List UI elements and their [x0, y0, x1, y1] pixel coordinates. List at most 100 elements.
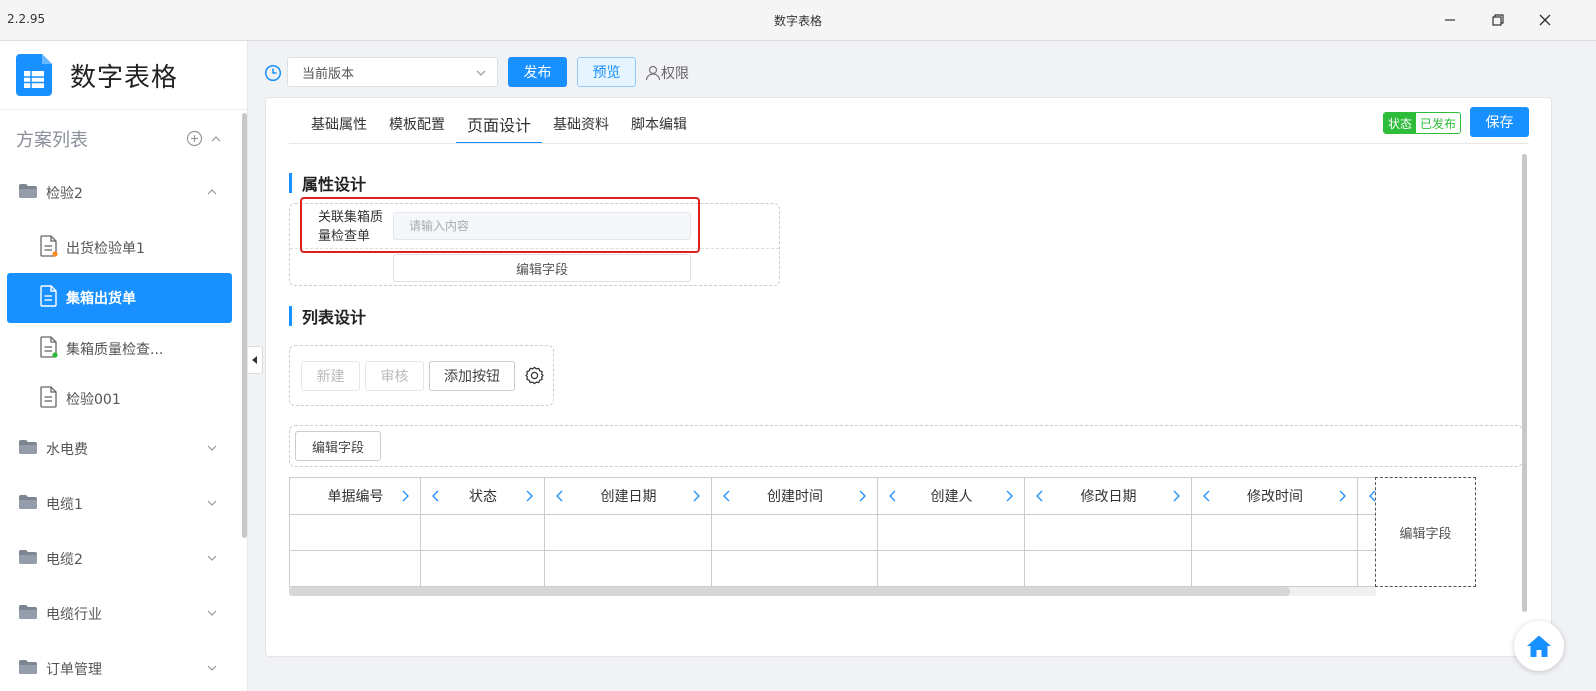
column-header: 修改时间 — [1247, 489, 1303, 505]
sidebar-folder-shuidianfei[interactable]: 水电费 — [0, 424, 238, 474]
home-button[interactable] — [1514, 621, 1564, 671]
sidebar-file-label: 集箱出货单 — [66, 291, 136, 307]
sidebar-divider — [0, 109, 247, 110]
move-left-icon[interactable] — [888, 489, 898, 507]
sidebar-folder-dianlan2[interactable]: 电缆2 — [0, 534, 238, 584]
sidebar: 数字表格 方案列表 检验2 出货检验单1 集箱出货单 集箱质量检查... 检验0… — [0, 41, 248, 691]
sidebar-file-label: 出货检验单1 — [66, 241, 145, 257]
chevron-up-icon[interactable] — [210, 130, 222, 151]
chevron-down-icon — [206, 607, 218, 623]
window-title: 数字表格 — [773, 14, 822, 28]
document-icon — [40, 285, 58, 311]
permission-label: 权限 — [661, 66, 689, 82]
new-button[interactable]: 新建 — [301, 361, 360, 391]
column-header: 创建人 — [930, 489, 973, 505]
move-left-icon[interactable] — [1202, 489, 1212, 507]
property-design-title: 属性设计 — [289, 173, 366, 194]
list-edit-fields-button[interactable]: 编辑字段 — [295, 431, 381, 461]
grid-hscroll-thumb[interactable] — [289, 587, 1290, 596]
sidebar-folder-dianlan-hangye[interactable]: 电缆行业 — [0, 589, 238, 639]
column-header: 修改日期 — [1080, 489, 1137, 505]
sidebar-folder-label: 电缆1 — [46, 497, 83, 513]
move-right-icon[interactable] — [691, 489, 701, 507]
property-edit-fields-button[interactable]: 编辑字段 — [393, 254, 691, 282]
folder-icon — [18, 604, 38, 624]
tab-basic-properties[interactable]: 基础属性 — [300, 104, 378, 144]
sidebar-file-chuhuo-jianyan[interactable]: 出货检验单1 — [0, 223, 238, 273]
sidebar-scrollbar[interactable] — [242, 113, 247, 538]
tab-divider — [289, 143, 1529, 144]
app-logo-row: 数字表格 — [16, 53, 178, 97]
chevron-down-icon — [206, 497, 218, 513]
move-left-icon[interactable] — [722, 489, 732, 507]
move-left-icon[interactable] — [555, 489, 565, 507]
move-right-icon[interactable] — [857, 489, 867, 507]
status-badge: 状态 已发布 — [1383, 112, 1462, 134]
sidebar-folder-label: 检验2 — [46, 186, 83, 202]
chevron-down-icon — [206, 552, 218, 568]
close-icon[interactable] — [1532, 8, 1558, 32]
move-right-icon[interactable] — [400, 489, 410, 507]
highlight-box — [300, 197, 700, 253]
folder-icon — [18, 439, 38, 459]
chevron-down-icon — [206, 442, 218, 458]
sidebar-collapse-toggle[interactable] — [248, 346, 263, 374]
document-icon — [40, 336, 58, 362]
grid-side-edit-fields-button[interactable]: 编辑字段 — [1375, 477, 1476, 587]
tab-template-config[interactable]: 模板配置 — [378, 104, 456, 144]
folder-icon — [18, 183, 38, 203]
spreadsheet-logo-icon — [16, 54, 52, 96]
home-icon — [1527, 635, 1551, 657]
sidebar-file-jixiang-chuhuo[interactable]: 集箱出货单 — [7, 273, 232, 323]
sidebar-folder-jianyan2[interactable]: 检验2 — [0, 168, 238, 218]
sidebar-folder-label: 水电费 — [46, 442, 88, 458]
column-header: 创建日期 — [600, 489, 657, 505]
document-icon — [40, 235, 58, 261]
permission-link[interactable]: 权限 — [645, 63, 689, 83]
move-left-icon[interactable] — [1035, 489, 1045, 507]
sidebar-file-label: 检验001 — [66, 392, 121, 408]
sidebar-folder-dingdan-guanli[interactable]: 订单管理 — [0, 644, 238, 691]
sidebar-folder-dianlan1[interactable]: 电缆1 — [0, 479, 238, 529]
move-left-icon[interactable] — [431, 489, 441, 507]
app-name: 数字表格 — [70, 62, 179, 93]
move-right-icon[interactable] — [1337, 489, 1347, 507]
gear-icon[interactable] — [525, 366, 544, 389]
publish-button[interactable]: 发布 — [508, 57, 567, 87]
plan-list-header: 方案列表 — [16, 127, 230, 151]
list-design-title: 列表设计 — [289, 306, 366, 327]
review-button[interactable]: 审核 — [365, 361, 424, 391]
save-button[interactable]: 保存 — [1470, 107, 1529, 137]
tab-script-edit[interactable]: 脚本编辑 — [620, 104, 698, 144]
minimize-icon[interactable] — [1437, 8, 1463, 32]
restore-icon[interactable] — [1485, 8, 1511, 32]
status-key: 状态 — [1384, 113, 1417, 133]
tab-basic-data[interactable]: 基础资料 — [542, 104, 620, 144]
history-clock-icon[interactable] — [264, 64, 282, 86]
version-select[interactable]: 当前版本 — [287, 57, 498, 87]
move-right-icon[interactable] — [1171, 489, 1181, 507]
user-icon — [645, 65, 661, 81]
move-right-icon[interactable] — [1004, 489, 1014, 507]
list-grid: 单据编号 状态 创建日期 创建时间 创建人 修改日期 修改时间 — [289, 477, 1376, 587]
tab-bar: 基础属性 模板配置 页面设计 基础资料 脚本编辑 — [300, 104, 698, 144]
document-icon — [40, 386, 58, 412]
sidebar-file-jianyan001[interactable]: 检验001 — [0, 374, 238, 424]
add-button-button[interactable]: 添加按钮 — [429, 361, 515, 391]
plan-list-title: 方案列表 — [16, 130, 88, 151]
preview-button[interactable]: 预览 — [577, 57, 636, 87]
sidebar-folder-label: 电缆2 — [46, 552, 83, 568]
add-circle-icon[interactable] — [186, 130, 203, 151]
list-field-bar — [289, 425, 1523, 467]
main-scrollbar[interactable] — [1522, 154, 1527, 612]
chevron-up-icon — [206, 186, 218, 202]
folder-icon — [18, 494, 38, 514]
move-right-icon[interactable] — [524, 489, 534, 507]
sidebar-folder-label: 电缆行业 — [46, 607, 102, 623]
sidebar-file-jixiang-zhiliang[interactable]: 集箱质量检查... — [0, 324, 238, 374]
column-header: 创建时间 — [767, 489, 823, 505]
tab-page-design[interactable]: 页面设计 — [456, 104, 543, 144]
sidebar-folder-label: 订单管理 — [46, 662, 102, 678]
chevron-down-icon — [475, 67, 487, 83]
chevron-down-icon — [206, 662, 218, 678]
